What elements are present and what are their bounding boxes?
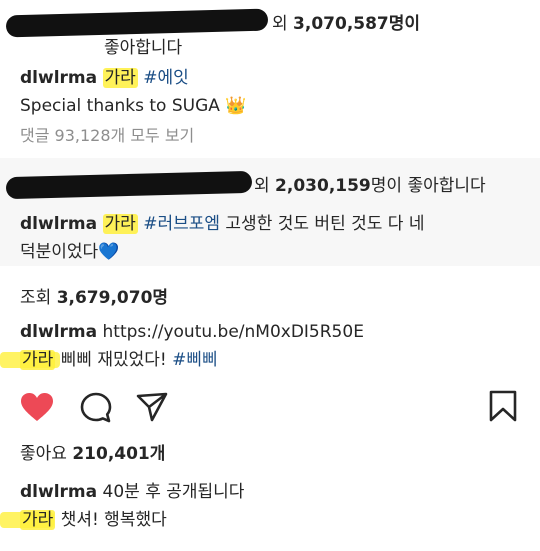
caption-line-2: 가라 챗셔! 행복했다 [20, 508, 167, 532]
username[interactable]: dlwlrma [20, 322, 97, 342]
comment-icon[interactable] [80, 392, 112, 424]
post-3: 조회 3,679,070명 dlwlrma https://youtu.be/n… [0, 266, 540, 551]
blue-heart-emoji: 💙 [98, 242, 120, 262]
view-comments-link[interactable]: 댓글 93,128개 모두 보기 [20, 124, 194, 148]
caption-line-2: Special thanks to SUGA 👑 [20, 94, 246, 118]
likes-line[interactable]: 외 2,030,159명이 좋아합니다 [254, 174, 486, 198]
caption-text: 챗셔! 행복했다 [60, 510, 167, 530]
crown-emoji: 👑 [225, 96, 247, 116]
caption-line-1: dlwlrma 가라 #에잇 [20, 66, 189, 90]
likes-line[interactable]: 외 3,070,587명이 [272, 12, 420, 36]
username[interactable]: dlwlrma [20, 214, 97, 234]
likes-unit: 명이 [388, 14, 421, 34]
caption-highlight: 가라 [102, 214, 138, 234]
username[interactable]: dlwlrma [20, 68, 97, 88]
likes-line-2: 좋아합니다 [104, 38, 183, 58]
likes-prefix: 외 [272, 14, 288, 34]
likes-count: 3,070,587 [293, 14, 389, 34]
hashtag-link[interactable]: #삐삐 [172, 350, 218, 370]
caption-text: Special thanks to SUGA [20, 96, 220, 116]
likes-prefix: 외 [254, 176, 270, 196]
caption-line-2: 가라 삐삐 재밌었다! #삐삐 [20, 348, 218, 372]
username[interactable]: dlwlrma [20, 482, 97, 502]
hashtag-link[interactable]: #에잇 [143, 68, 189, 88]
redacted-username [5, 170, 253, 200]
likes-count: 210,401개 [72, 444, 166, 464]
caption-highlight: 가라 [20, 350, 56, 370]
share-icon[interactable] [136, 392, 168, 422]
redacted-username [5, 8, 269, 38]
caption-text: 고생한 것도 버틴 것도 다 네 [225, 214, 425, 234]
caption-line-1: dlwlrma 가라 #러브포엠 고생한 것도 버틴 것도 다 네 [20, 212, 424, 236]
caption-text: 삐삐 재밌었다! [60, 350, 167, 370]
views-line[interactable]: 조회 3,679,070명 [20, 286, 168, 310]
caption-line-1: dlwlrma 40분 후 공개됩니다 [20, 480, 244, 504]
caption-line-1: dlwlrma https://youtu.be/nM0xDI5R50E [20, 320, 364, 344]
likes-line[interactable]: 좋아요 210,401개 [20, 442, 165, 466]
caption-line-2: 덕분이었다💙 [20, 240, 119, 264]
views-label: 조회 [20, 288, 52, 308]
post-1: 외 3,070,587명이 좋아합니다 dlwlrma 가라 #에잇 Speci… [0, 0, 540, 158]
youtube-link[interactable]: https://youtu.be/nM0xDI5R50E [103, 322, 364, 342]
views-count: 3,679,070명 [56, 288, 169, 308]
caption-text: 40분 후 공개됩니다 [102, 482, 245, 502]
post-2: 외 2,030,159명이 좋아합니다 dlwlrma 가라 #러브포엠 고생한… [0, 158, 540, 266]
caption-highlight: 가라 [20, 510, 56, 530]
likes-count: 2,030,159 [275, 176, 371, 196]
hashtag-link[interactable]: #러브포엠 [143, 214, 220, 234]
caption-text-2: 덕분이었다 [20, 242, 99, 262]
likes-label: 좋아요 [20, 444, 67, 464]
caption-highlight: 가라 [102, 68, 138, 88]
heart-icon[interactable] [20, 392, 54, 422]
likes-unit: 명이 좋아합니다 [370, 176, 486, 196]
bookmark-icon[interactable] [488, 390, 518, 422]
